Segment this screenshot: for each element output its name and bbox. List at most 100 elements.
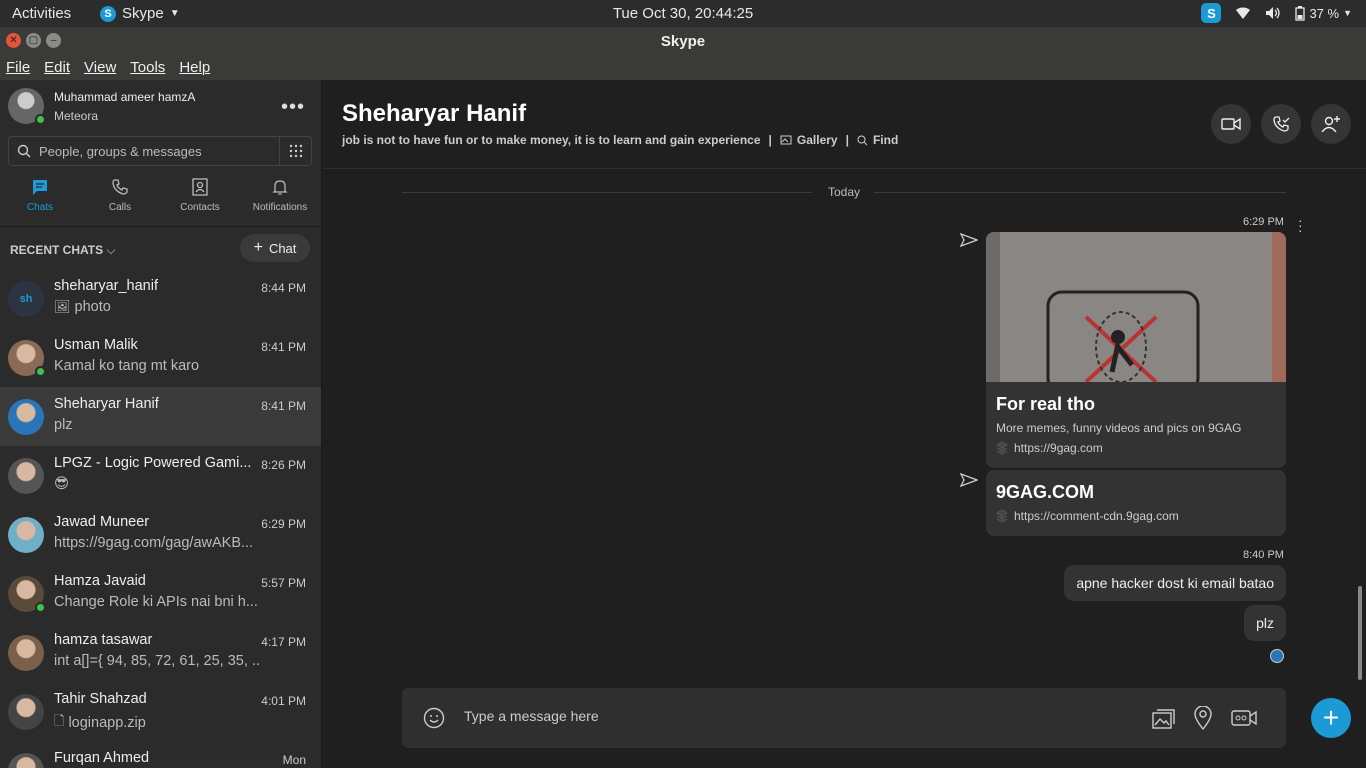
chat-time: 8:41 PM [261,399,306,413]
chat-list-item[interactable]: LPGZ - Logic Powered Gami... 8:26 PM 😎 [0,446,321,505]
recent-chats-header[interactable]: RECENT CHATS ⌵ [10,243,116,258]
wifi-icon[interactable] [1235,6,1251,20]
chat-list-item[interactable]: Hamza Javaid 5:57 PM Change Role ki APIs n… [0,564,321,623]
chat-list-item[interactable]: sh sheharyar_hanif 8:44 PM 🖼 photo [0,269,321,328]
message-timestamp: 6:29 PM [1243,216,1284,228]
tab-notifications[interactable]: Notifications [240,178,320,222]
avatar[interactable] [8,88,46,125]
message-bubble[interactable]: apne hacker dost ki email batao [1064,565,1286,601]
tab-contacts[interactable]: Contacts [160,178,240,222]
link-preview-url[interactable]: https://9gag.com [996,441,1276,455]
activities-button[interactable]: Activities [12,5,71,22]
maximize-icon: ▢ [28,35,39,46]
date-divider-label: Today [827,185,861,199]
dialpad-button[interactable] [279,137,311,165]
close-window-button[interactable]: ✕ [6,33,21,48]
chat-name: Hamza Javaid [54,573,146,589]
chevron-down-icon: ⌵ [106,243,116,257]
link-preview-url-text: https://9gag.com [1014,441,1103,455]
tab-chats[interactable]: Chats [0,178,80,222]
scrollbar[interactable] [1358,586,1362,680]
chat-time: 8:26 PM [261,458,306,472]
conversation-title[interactable]: Sheharyar Hanif [342,100,526,128]
chat-list-item[interactable]: Jawad Muneer 6:29 PM https://9gag.com/gag/… [0,505,321,564]
maximize-window-button[interactable]: ▢ [26,33,41,48]
new-chat-label: Chat [268,240,297,256]
chat-time: 8:41 PM [261,340,306,354]
chat-name: Usman Malik [54,337,138,353]
chat-name: hamza tasawar [54,632,153,648]
link-preview-description: More memes, funny videos and pics on 9GA… [996,421,1242,435]
chat-list-item[interactable]: hamza tasawar 4:17 PM int a[]={ 94, 85, 72… [0,623,321,682]
message-timestamp: 8:40 PM [1243,549,1284,561]
message-bubble[interactable]: plz [1244,605,1286,641]
menu-file[interactable]: File [6,59,30,76]
chat-preview: Kamal ko tang mt karo [54,358,259,374]
app-menu-label: Skype [122,5,164,22]
menu-edit[interactable]: Edit [44,59,70,76]
9gag-logo-icon [996,441,1008,455]
chat-time: 6:29 PM [261,517,306,531]
media-icon[interactable] [1152,708,1176,730]
emoji-icon[interactable] [423,707,445,729]
tab-contacts-label: Contacts [180,202,220,213]
audio-call-button[interactable] [1261,104,1301,144]
app-menu[interactable]: S Skype ▼ [100,5,180,22]
battery-indicator[interactable]: 37 % ▼ [1295,5,1352,21]
read-receipt-avatar [1270,649,1284,663]
menu-view[interactable]: View [84,59,116,76]
find-link[interactable]: Find [857,133,898,147]
more-actions-button[interactable]: + [1311,698,1351,738]
search-input[interactable] [39,143,279,159]
chat-list-item[interactable]: Furqan Ahmed Mon [0,741,321,768]
avatar-image [8,635,44,671]
gallery-link[interactable]: Gallery [780,133,838,147]
phone-icon [1273,116,1290,132]
link-preview-card[interactable]: 9GAG.COM https://comment-cdn.9gag.com [986,470,1286,536]
message-options-button[interactable]: · · · [1298,213,1303,237]
search-box[interactable] [8,136,312,166]
link-preview-title: 9GAG.COM [996,482,1095,502]
avatar-image: sh [8,281,44,317]
nav-tabs: Chats Calls Contacts Notifications [0,178,321,222]
tab-notifications-label: Notifications [252,202,308,213]
profile[interactable]: Muhammad ameer hamzA Meteora [8,88,195,125]
volume-icon[interactable] [1265,6,1281,20]
message-input[interactable] [464,708,1064,724]
battery-icon [1295,5,1306,21]
chat-list-item[interactable]: Sheharyar Hanif 8:41 PM plz [0,387,321,446]
tab-calls[interactable]: Calls [80,178,160,222]
menu-tools[interactable]: Tools [130,59,165,76]
video-call-button[interactable] [1211,104,1251,144]
chat-time: 5:57 PM [261,576,306,590]
skype-tray-icon[interactable]: S [1201,3,1222,23]
dialpad-icon [289,144,302,158]
separator: | [768,133,772,147]
video-camera-icon [1221,117,1241,131]
chat-list-item[interactable]: Usman Malik 8:41 PM Kamal ko tang mt karo [0,328,321,387]
minimize-window-button[interactable]: – [46,33,61,48]
avatar-image [8,458,44,494]
chat-preview: 😎 [54,476,259,492]
chat-bubble-icon [33,180,47,195]
link-preview-title: For real tho [996,394,1096,414]
menu-help[interactable]: Help [179,59,210,76]
chat-list-item[interactable]: Tahir Shahzad 4:01 PM 🗋 loginapp.zip [0,682,321,741]
conversation-subheader: job is not to have fun or to make money,… [342,133,898,147]
link-preview-card[interactable]: For real tho More memes, funny videos an… [986,232,1286,468]
more-options-button[interactable]: ••• [281,96,305,119]
chat-name: LPGZ - Logic Powered Gami... [54,455,252,471]
chat-list: sh sheharyar_hanif 8:44 PM 🖼 photo Usman Mali… [0,269,321,768]
contacts-icon [192,178,208,196]
add-participant-button[interactable] [1311,104,1351,144]
close-icon: ✕ [9,35,18,46]
location-icon[interactable] [1194,706,1212,730]
plus-icon: + [253,239,263,256]
online-status-dot [35,602,46,613]
conversation-panel: Sheharyar Hanif job is not to have fun o… [322,80,1366,768]
chat-time: Mon [282,753,306,767]
link-preview-url[interactable]: https://comment-cdn.9gag.com [996,509,1276,523]
chevron-down-icon: ▼ [1343,8,1352,18]
video-message-icon[interactable] [1231,708,1257,728]
new-chat-button[interactable]: + Chat [240,234,310,262]
